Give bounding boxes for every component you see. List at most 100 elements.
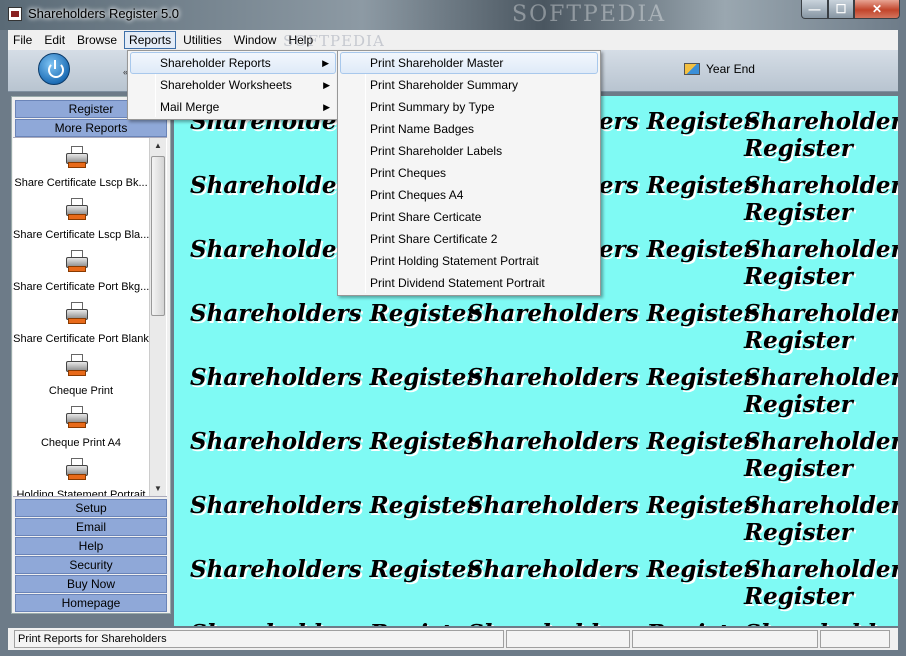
menu-item-shareholder-worksheets[interactable]: Shareholder Worksheets ▶: [130, 74, 336, 96]
background-title-text: Shareholders Register: [190, 428, 479, 455]
year-end-button[interactable]: Year End: [684, 62, 755, 76]
background-title-text: Shareholders Register: [467, 428, 756, 455]
list-item[interactable]: Share Certificate Lscp Bla...: [13, 196, 149, 248]
menu-item-mail-merge[interactable]: Mail Merge ▶: [130, 96, 336, 118]
background-title-text: Shareholders Register: [744, 620, 898, 626]
status-cell-3: [632, 630, 818, 648]
background-title-text: Shareholders Register: [190, 364, 479, 391]
status-message: Print Reports for Shareholders: [14, 630, 504, 648]
background-title-text: Shareholders Register: [467, 492, 756, 519]
background-title-text: Shareholders Register: [744, 428, 898, 482]
list-item-label: Share Certificate Port Blank: [13, 333, 149, 345]
status-cell-2: [506, 630, 630, 648]
list-item-label: Share Certificate Lscp Bk...: [14, 177, 148, 189]
menu-bar: File Edit Browse Reports Utilities Windo…: [8, 30, 898, 50]
menu-item-print-share-certificate-2[interactable]: Print Share Certificate 2: [340, 228, 598, 250]
window-title: Shareholders Register 5.0: [28, 6, 180, 21]
background-title-text: Shareholders Register: [467, 556, 756, 583]
printer-icon: [65, 146, 89, 170]
menu-item-print-shareholder-master[interactable]: Print Shareholder Master: [340, 52, 598, 74]
caption-buttons: — ☐ ✕: [801, 0, 900, 20]
setup-button[interactable]: Setup: [15, 499, 167, 517]
more-reports-button[interactable]: More Reports: [15, 119, 167, 137]
year-end-icon: [684, 63, 700, 75]
list-item-label: Cheque Print: [48, 385, 114, 397]
printer-icon: [65, 458, 89, 482]
background-title-text: Shareholders Register: [744, 300, 898, 354]
app-icon[interactable]: [8, 7, 22, 21]
menu-item-print-name-badges[interactable]: Print Name Badges: [340, 118, 598, 140]
menu-item-print-shareholder-labels[interactable]: Print Shareholder Labels: [340, 140, 598, 162]
close-button[interactable]: ✕: [854, 0, 900, 19]
menu-item-print-share-certicate[interactable]: Print Share Certicate: [340, 206, 598, 228]
background-title-text: Shareholders Register: [190, 492, 479, 519]
homepage-button[interactable]: Homepage: [15, 594, 167, 612]
maximize-button[interactable]: ☐: [828, 0, 854, 19]
menu-item-label: Shareholder Reports: [160, 56, 271, 70]
list-item[interactable]: Share Certificate Lscp Bk...: [13, 144, 149, 196]
printer-icon: [65, 250, 89, 274]
menu-reports[interactable]: Reports: [124, 31, 177, 49]
menu-item-print-dividend-statement-portrait[interactable]: Print Dividend Statement Portrait: [340, 272, 598, 294]
reports-list: Share Certificate Lscp Bk... Share Certi…: [13, 137, 167, 497]
background-title-text: Shareholders Register: [744, 108, 898, 162]
menu-item-print-cheques[interactable]: Print Cheques: [340, 162, 598, 184]
background-title-text: Shareholders Register: [467, 620, 755, 626]
menu-edit[interactable]: Edit: [39, 31, 70, 49]
year-end-label: Year End: [706, 62, 755, 76]
status-bar: Print Reports for Shareholders: [8, 628, 898, 650]
list-item[interactable]: Cheque Print: [13, 352, 149, 404]
background-title-text: Shareholders Register: [744, 172, 898, 226]
list-item[interactable]: Holding Statement Portrait: [13, 456, 149, 497]
reports-menu: Shareholder Reports ▶ Shareholder Worksh…: [127, 50, 339, 120]
minimize-button[interactable]: —: [801, 0, 828, 19]
background-title-text: Shareholders Register: [467, 300, 756, 327]
scroll-up-icon[interactable]: ▲: [154, 141, 162, 150]
background-title-text: Shareholders Register: [190, 300, 479, 327]
printer-icon: [65, 354, 89, 378]
menu-item-shareholder-reports[interactable]: Shareholder Reports ▶: [130, 52, 336, 74]
background-title-text: Shareholders Register: [190, 620, 478, 626]
status-cell-4: [820, 630, 890, 648]
list-item-label: Cheque Print A4: [40, 437, 122, 449]
shareholder-reports-submenu: Print Shareholder Master Print Sharehold…: [337, 50, 601, 296]
list-item-label: Holding Statement Portrait: [16, 489, 146, 497]
submenu-arrow-icon: ▶: [322, 58, 329, 68]
menu-item-label: Shareholder Worksheets: [160, 78, 292, 92]
list-item[interactable]: Share Certificate Port Bkg...: [13, 248, 149, 300]
submenu-arrow-icon: ▶: [323, 80, 330, 90]
background-title-text: Shareholders Register: [744, 236, 898, 290]
background-title-text: Shareholders Register: [744, 492, 898, 546]
menu-item-print-summary-by-type[interactable]: Print Summary by Type: [340, 96, 598, 118]
menu-window[interactable]: Window: [229, 31, 282, 49]
list-item[interactable]: Cheque Print A4: [13, 404, 149, 456]
menu-item-print-cheques-a4[interactable]: Print Cheques A4: [340, 184, 598, 206]
buy-now-button[interactable]: Buy Now: [15, 575, 167, 593]
email-button[interactable]: Email: [15, 518, 167, 536]
background-title-text: Shareholders Register: [744, 364, 898, 418]
submenu-arrow-icon: ▶: [323, 102, 330, 112]
menu-help[interactable]: Help: [283, 31, 318, 49]
background-title-text: Shareholders Register: [467, 364, 756, 391]
list-item-label: Share Certificate Port Bkg...: [13, 281, 149, 293]
power-icon[interactable]: [38, 53, 70, 85]
printer-icon: [65, 198, 89, 222]
scroll-down-icon[interactable]: ▼: [154, 484, 162, 493]
list-item[interactable]: Share Certificate Port Blank: [13, 300, 149, 352]
menu-browse[interactable]: Browse: [72, 31, 122, 49]
menu-item-label: Mail Merge: [160, 100, 220, 114]
title-bar: Shareholders Register 5.0 SOFTPEDIA — ☐ …: [0, 0, 906, 30]
menu-file[interactable]: File: [8, 31, 37, 49]
left-panel: Register More Reports Share Certificate …: [11, 96, 171, 614]
list-scrollbar[interactable]: ▲ ▼: [149, 138, 166, 496]
background-title-text: Shareholders Register: [744, 556, 898, 610]
scrollbar-thumb[interactable]: [151, 156, 165, 316]
background-title-text: Shareholders Register: [190, 556, 479, 583]
menu-utilities[interactable]: Utilities: [178, 31, 227, 49]
menu-item-print-holding-statement-portrait[interactable]: Print Holding Statement Portrait: [340, 250, 598, 272]
security-button[interactable]: Security: [15, 556, 167, 574]
menu-item-print-shareholder-summary[interactable]: Print Shareholder Summary: [340, 74, 598, 96]
list-item-label: Share Certificate Lscp Bla...: [13, 229, 149, 241]
help-button[interactable]: Help: [15, 537, 167, 555]
printer-icon: [65, 406, 89, 430]
